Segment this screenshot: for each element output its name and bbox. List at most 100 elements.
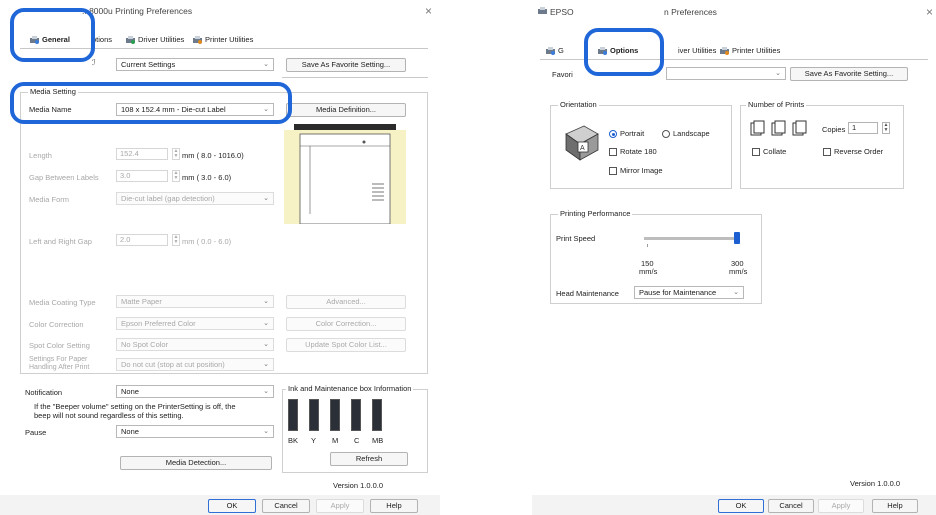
orientation-legend: Orientation [558, 100, 599, 109]
collate-checkbox[interactable] [752, 148, 760, 156]
mirror-image-label: Mirror Image [620, 166, 663, 175]
coating-select[interactable]: Matte Paper ⌄ [116, 295, 274, 308]
label-preview-image [284, 124, 406, 224]
gap-input[interactable]: 3.0 [116, 170, 168, 182]
close-icon[interactable]: × [926, 5, 933, 19]
pause-select[interactable]: None ⌄ [116, 425, 274, 438]
color-correction-select[interactable]: Epson Preferred Color ⌄ [116, 317, 274, 330]
favorite-divider [282, 77, 428, 78]
save-favorite-button[interactable]: Save As Favorite Setting... [286, 58, 406, 72]
portrait-label: Portrait [620, 129, 645, 138]
notification-select[interactable]: None ⌄ [116, 385, 274, 398]
media-definition-button[interactable]: Media Definition... [286, 103, 406, 117]
speed-max-unit: mm/s [729, 267, 748, 276]
chevron-down-icon: ⌄ [263, 361, 269, 368]
ok-button[interactable]: OK [718, 499, 764, 513]
right-preferences-window: EPSO n Preferences × G Options iver Util… [532, 0, 936, 515]
apply-button[interactable]: Apply [316, 499, 364, 513]
ink-label-c: C [354, 436, 360, 445]
ink-bk-gauge [288, 399, 298, 431]
favorite-select[interactable]: ⌄ [666, 67, 786, 80]
chevron-down-icon: ⌄ [263, 388, 269, 395]
chevron-down-icon: ⌄ [263, 341, 269, 348]
version-text: Version 1.0.0.0 [333, 481, 384, 490]
ink-m-gauge [330, 399, 340, 431]
apply-button[interactable]: Apply [818, 499, 864, 513]
color-correction-label: Color Correction [29, 320, 84, 329]
tab-printer-utilities[interactable]: Printer Utilities [718, 44, 780, 58]
media-form-select[interactable]: Die-cut label (gap detection) ⌄ [116, 192, 274, 205]
head-maintenance-value: Pause for Maintenance [639, 288, 717, 297]
print-speed-label: Print Speed [556, 234, 596, 243]
favorite-select[interactable]: Current Settings ⌄ [116, 58, 274, 71]
ok-button[interactable]: OK [208, 499, 256, 513]
collate-label: Collate [763, 147, 787, 156]
spot-color-select[interactable]: No Spot Color ⌄ [116, 338, 274, 351]
head-maintenance-label: Head Maintenance [556, 289, 619, 298]
general-tab-highlight [10, 8, 95, 62]
tab-general[interactable]: G [544, 44, 564, 58]
refresh-button[interactable]: Refresh [330, 452, 408, 466]
help-button[interactable]: Help [872, 499, 918, 513]
lr-gap-spinner[interactable]: ▲ ▼ [172, 234, 180, 246]
cancel-button[interactable]: Cancel [262, 499, 310, 513]
speed-min-unit: mm/s [639, 267, 658, 276]
update-spot-color-button[interactable]: Update Spot Color List... [286, 338, 406, 352]
printer-orientation-image: A [565, 125, 599, 161]
beeper-note-line2: beep will not sound regardless of this s… [34, 411, 184, 420]
chevron-down-icon: ⌄ [263, 428, 269, 435]
print-speed-thumb[interactable] [734, 232, 740, 244]
cancel-button[interactable]: Cancel [768, 499, 814, 513]
window-title: ...8000u Printing Preferences [82, 6, 193, 16]
app-icon [538, 7, 547, 14]
gap-range: mm ( 3.0 - 6.0) [182, 173, 232, 182]
mirror-image-checkbox[interactable] [609, 167, 617, 175]
tab-driver-utilities[interactable]: iver Utilities [678, 44, 716, 58]
handling-value: Do not cut (stop at cut position) [121, 360, 225, 369]
pause-label: Pause [25, 428, 47, 437]
handling-label-line1: Settings For Paper [29, 356, 88, 363]
media-detection-button[interactable]: Media Detection... [120, 456, 272, 470]
favorite-value: Current Settings [121, 60, 176, 69]
help-button[interactable]: Help [370, 499, 418, 513]
gap-label: Gap Between Labels [29, 173, 99, 182]
length-input[interactable]: 152.4 [116, 148, 168, 160]
gap-spinner[interactable]: ▲ ▼ [172, 170, 180, 182]
printer-settings-icon [546, 47, 555, 55]
printing-performance-legend: Printing Performance [558, 209, 633, 218]
reverse-order-checkbox[interactable] [823, 148, 831, 156]
ink-label-y: Y [311, 436, 317, 445]
print-speed-fill [644, 237, 737, 240]
tab-printer-utilities[interactable]: Printer Utilities [191, 33, 253, 47]
ink-c-gauge [351, 399, 361, 431]
save-favorite-button[interactable]: Save As Favorite Setting... [790, 67, 908, 81]
portrait-radio[interactable] [609, 130, 617, 138]
copies-input[interactable]: 1 [848, 122, 878, 134]
ink-label-bk: BK [288, 436, 299, 445]
length-spinner[interactable]: ▲ ▼ [172, 148, 180, 160]
length-label: Length [29, 151, 52, 160]
options-tab-highlight [584, 28, 664, 76]
copies-spinner[interactable]: ▲ ▼ [882, 122, 890, 134]
rotate-180-checkbox[interactable] [609, 148, 617, 156]
ink-label-m: M [332, 436, 339, 445]
color-correction-button[interactable]: Color Correction... [286, 317, 406, 331]
ink-info-legend: Ink and Maintenance box Information [286, 384, 414, 393]
chevron-down-icon: ⌄ [263, 298, 269, 305]
coating-value: Matte Paper [121, 297, 162, 306]
printer-utilities-icon [193, 36, 202, 44]
lr-gap-label: Left and Right Gap [29, 237, 92, 246]
tab-options[interactable]: ptions [92, 33, 112, 47]
handling-select[interactable]: Do not cut (stop at cut position) ⌄ [116, 358, 274, 371]
print-speed-track[interactable] [644, 232, 740, 244]
head-maintenance-select[interactable]: Pause for Maintenance ⌄ [634, 286, 744, 299]
lr-gap-input[interactable]: 2.0 [116, 234, 168, 246]
close-icon[interactable]: × [425, 4, 432, 18]
reverse-order-label: Reverse Order [834, 147, 884, 156]
tab-driver-utilities[interactable]: Driver Utilities [124, 33, 184, 47]
svg-text:A: A [580, 145, 585, 152]
advanced-button[interactable]: Advanced... [286, 295, 406, 309]
beeper-note-line1: If the "Beeper volume" setting on the Pr… [34, 402, 236, 411]
landscape-radio[interactable] [662, 130, 670, 138]
handling-label-line2: Handling After Print [29, 364, 90, 371]
